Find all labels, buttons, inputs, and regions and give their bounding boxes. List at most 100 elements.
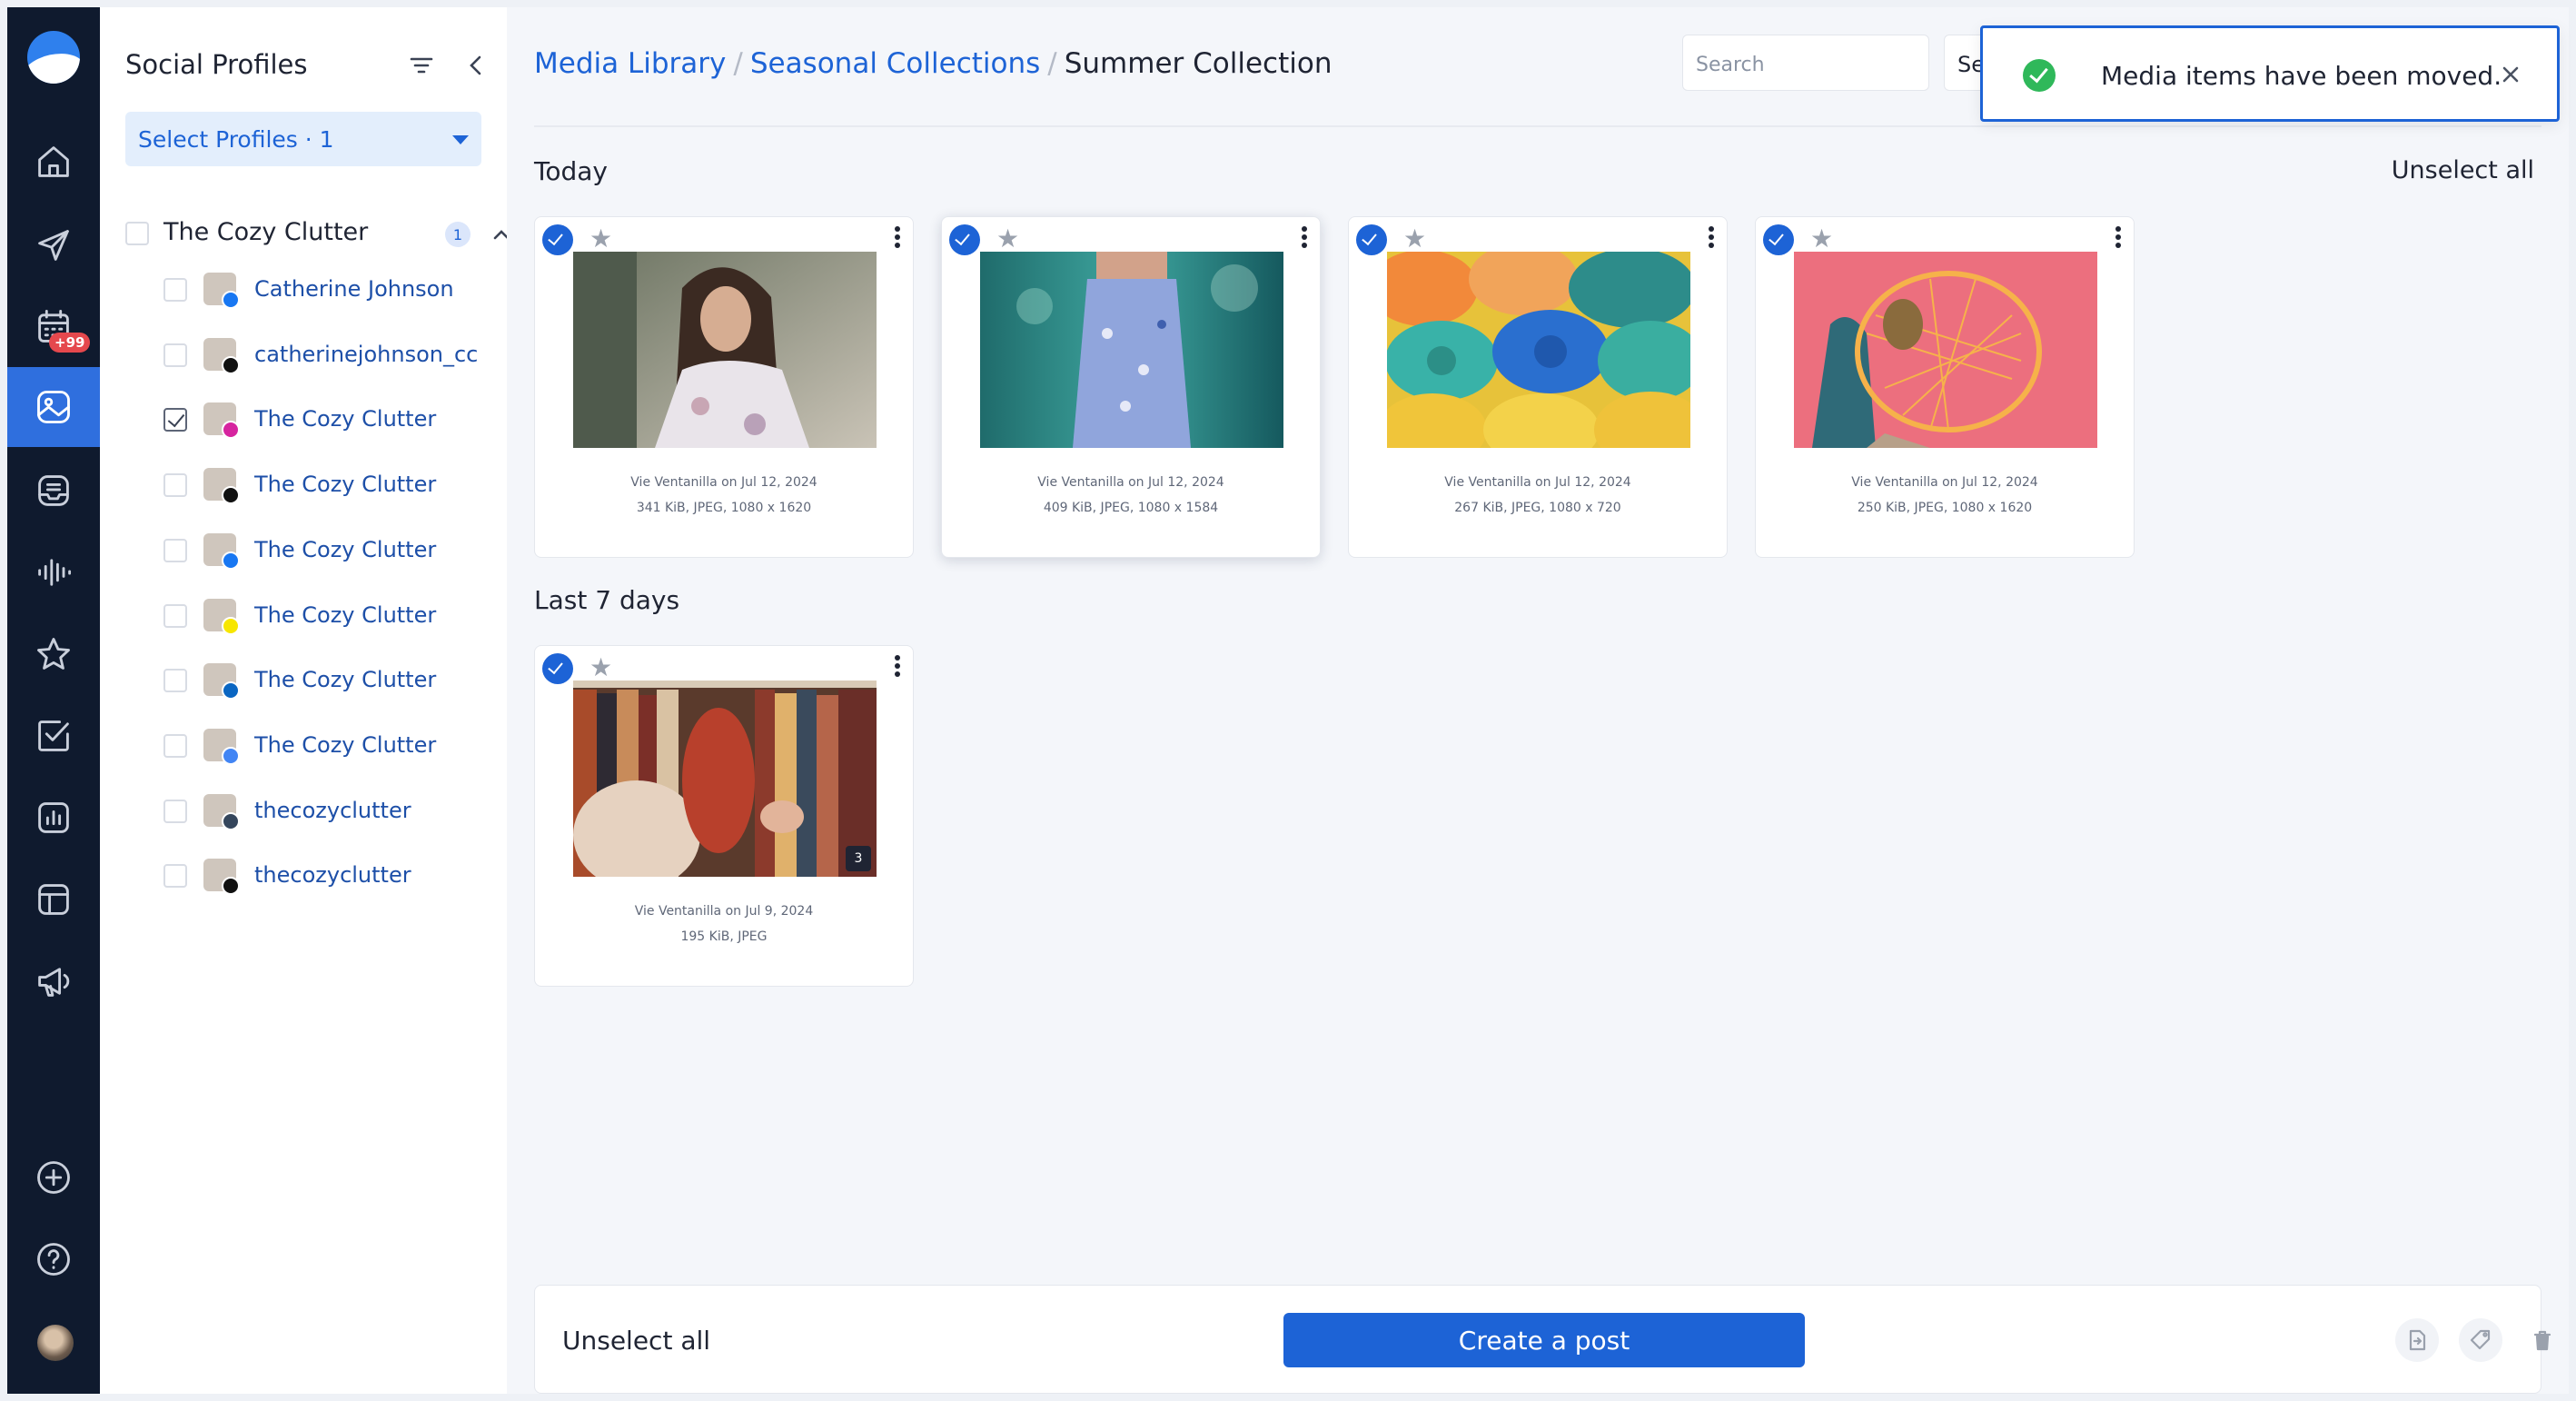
move-button[interactable] bbox=[2395, 1318, 2439, 1362]
profile-row-x[interactable]: The Cozy Clutter bbox=[163, 466, 509, 505]
help-icon bbox=[37, 1243, 70, 1276]
social-profiles-panel: Social Profiles Select Profiles · 1 The … bbox=[100, 7, 510, 1394]
media-card[interactable]: ★ Vie Ventanilla on Jul 12, 2024 250 KiB… bbox=[1755, 216, 2135, 558]
soundwave-icon bbox=[38, 559, 72, 586]
selected-check-icon[interactable] bbox=[1763, 224, 1794, 255]
profile-checkbox[interactable] bbox=[163, 343, 187, 367]
profile-row-linkedin[interactable]: The Cozy Clutter bbox=[163, 661, 509, 700]
section-label-today: Today bbox=[534, 156, 608, 186]
selected-check-icon[interactable] bbox=[1356, 224, 1387, 255]
trash-icon bbox=[2533, 1330, 2551, 1351]
media-details: 250 KiB, JPEG, 1080 x 1620 bbox=[1857, 501, 2033, 515]
breadcrumb-separator: / bbox=[733, 47, 743, 80]
facebook-icon bbox=[222, 551, 240, 570]
unselect-all-button[interactable]: Unselect all bbox=[562, 1326, 710, 1356]
nav-ads[interactable] bbox=[7, 941, 100, 1021]
nav-publish[interactable] bbox=[7, 205, 100, 285]
more-options-icon[interactable] bbox=[891, 223, 904, 252]
tag-icon bbox=[2470, 1329, 2491, 1350]
create-post-button[interactable]: Create a post bbox=[1283, 1313, 1805, 1367]
profile-name: thecozyclutter bbox=[254, 797, 411, 823]
profile-checkbox[interactable] bbox=[163, 669, 187, 693]
profile-checkbox[interactable] bbox=[163, 538, 187, 562]
media-thumbnail bbox=[573, 252, 877, 448]
profile-checkbox[interactable] bbox=[163, 733, 187, 758]
media-details: 267 KiB, JPEG, 1080 x 720 bbox=[1454, 501, 1621, 515]
user-avatar[interactable] bbox=[37, 1325, 74, 1361]
profile-name: catherinejohnson_cc bbox=[254, 341, 479, 367]
filter-icon[interactable] bbox=[407, 51, 436, 80]
selected-check-icon[interactable] bbox=[542, 224, 573, 255]
profile-row-google-business[interactable]: The Cozy Clutter bbox=[163, 727, 509, 765]
more-options-icon[interactable] bbox=[1298, 223, 1311, 252]
nav-rail: +99 bbox=[7, 7, 100, 1394]
profile-group[interactable]: The Cozy Clutter 1 bbox=[125, 216, 510, 253]
nav-home[interactable] bbox=[7, 122, 100, 202]
send-icon bbox=[38, 230, 69, 261]
media-author: Vie Ventanilla on Jul 12, 2024 bbox=[1444, 475, 1631, 490]
nav-inbox[interactable] bbox=[7, 451, 100, 531]
close-icon[interactable] bbox=[2497, 61, 2524, 88]
more-options-icon[interactable] bbox=[1705, 223, 1718, 252]
media-card[interactable]: ★ Vie Ventanilla on Jul 12, 2024 267 KiB… bbox=[1348, 216, 1728, 558]
nav-calendar[interactable]: +99 bbox=[7, 287, 100, 367]
nav-layout[interactable] bbox=[7, 859, 100, 939]
chevron-left-icon[interactable] bbox=[461, 51, 490, 80]
nav-help[interactable] bbox=[7, 1219, 100, 1299]
unselect-all-link[interactable]: Unselect all bbox=[2392, 156, 2534, 184]
star-icon[interactable]: ★ bbox=[1810, 226, 1833, 252]
profile-name: Catherine Johnson bbox=[254, 276, 454, 302]
profile-row-facebook[interactable]: The Cozy Clutter bbox=[163, 532, 509, 570]
star-icon[interactable]: ★ bbox=[590, 226, 612, 252]
search-input[interactable]: Search bbox=[1682, 35, 1929, 91]
media-details: 195 KiB, JPEG bbox=[680, 929, 768, 944]
profile-row-instagram[interactable]: The Cozy Clutter bbox=[163, 401, 509, 440]
selected-check-icon[interactable] bbox=[949, 224, 980, 255]
media-card[interactable]: ★ Vie Ventanilla on Jul 12, 2024 409 KiB… bbox=[941, 216, 1321, 558]
media-thumbnail bbox=[1794, 252, 2097, 448]
tag-button[interactable] bbox=[2459, 1318, 2502, 1362]
profile-row-snapchat[interactable]: The Cozy Clutter bbox=[163, 597, 509, 635]
media-card[interactable]: ★ 3 Vie Ventanilla on Jul 9, 2024 195 Ki… bbox=[534, 645, 914, 987]
group-checkbox[interactable] bbox=[125, 222, 149, 245]
tiktok-icon bbox=[222, 877, 240, 896]
profile-checkbox[interactable] bbox=[163, 799, 187, 823]
more-options-icon[interactable] bbox=[2112, 223, 2125, 252]
delete-button[interactable] bbox=[2521, 1318, 2564, 1362]
bulk-action-bar: Unselect all Create a post bbox=[534, 1285, 2551, 1394]
star-icon[interactable]: ★ bbox=[996, 226, 1019, 252]
nav-add[interactable] bbox=[7, 1138, 100, 1217]
profile-row-facebook[interactable]: Catherine Johnson bbox=[163, 271, 509, 309]
star-icon[interactable]: ★ bbox=[1403, 226, 1426, 252]
instagram-icon bbox=[222, 421, 240, 440]
media-card[interactable]: ★ Vie Ventanilla on Jul 12, 2024 341 KiB… bbox=[534, 216, 914, 558]
app-logo-icon[interactable] bbox=[27, 31, 80, 84]
checkbox-icon bbox=[38, 720, 69, 751]
snapchat-icon bbox=[222, 616, 240, 635]
more-options-icon[interactable] bbox=[891, 651, 904, 681]
breadcrumb-current: Summer Collection bbox=[1064, 47, 1333, 80]
profile-checkbox[interactable] bbox=[163, 864, 187, 889]
profile-checkbox[interactable] bbox=[163, 473, 187, 498]
profile-checkbox[interactable] bbox=[163, 408, 187, 432]
profile-row-tumblr[interactable]: thecozyclutter bbox=[163, 792, 509, 830]
nav-reviews[interactable] bbox=[7, 614, 100, 694]
star-icon[interactable]: ★ bbox=[590, 655, 612, 681]
breadcrumb-seasonal-collections[interactable]: Seasonal Collections bbox=[750, 47, 1040, 80]
selected-check-icon[interactable] bbox=[542, 653, 573, 684]
nav-media-library[interactable] bbox=[7, 367, 100, 447]
toast-message: Media items have been moved. bbox=[2101, 61, 2502, 91]
select-profiles-dropdown[interactable]: Select Profiles · 1 bbox=[125, 112, 481, 166]
header-divider bbox=[534, 125, 2541, 127]
profile-checkbox[interactable] bbox=[163, 278, 187, 302]
nav-analytics[interactable] bbox=[7, 778, 100, 858]
profile-row-tiktok[interactable]: thecozyclutter bbox=[163, 857, 509, 896]
nav-listening[interactable] bbox=[7, 532, 100, 612]
media-thumbnail bbox=[980, 252, 1283, 448]
nav-tasks[interactable] bbox=[7, 696, 100, 776]
section-label-last-7-days: Last 7 days bbox=[534, 585, 680, 615]
profile-row-threads[interactable]: catherinejohnson_cc bbox=[163, 336, 509, 374]
profile-checkbox[interactable] bbox=[163, 603, 187, 628]
profile-name: The Cozy Clutter bbox=[254, 536, 437, 562]
breadcrumb-media-library[interactable]: Media Library bbox=[534, 47, 726, 80]
